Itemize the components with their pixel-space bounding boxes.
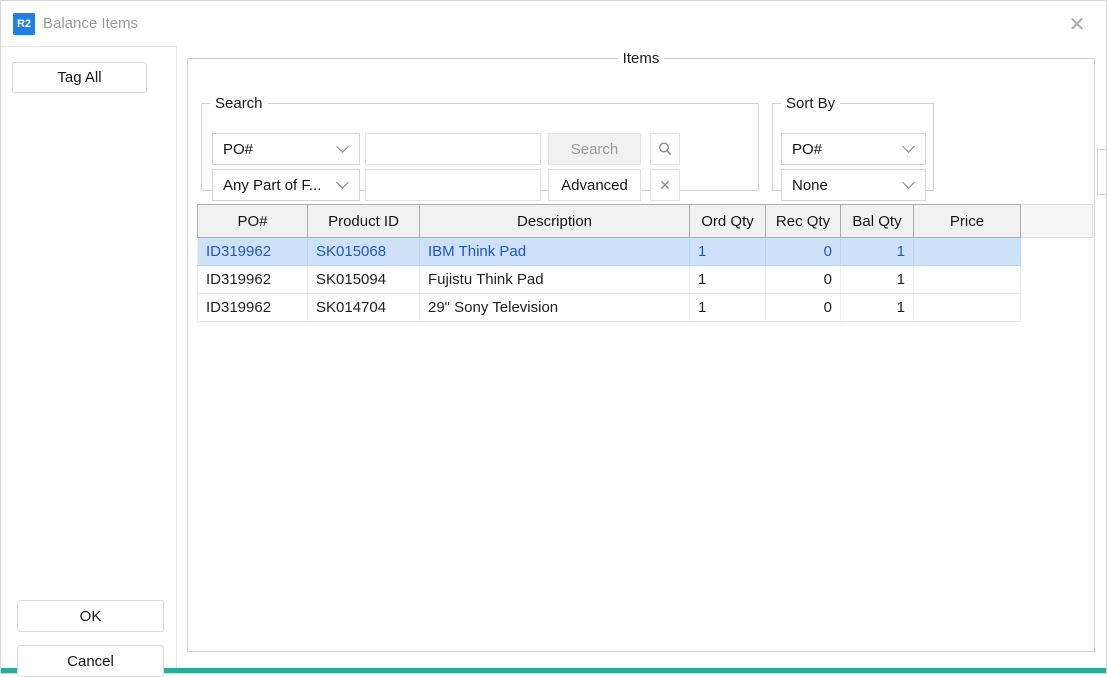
cell-product-id[interactable]: SK014704 [308,294,420,322]
column-header-rec-qty[interactable]: Rec Qty [766,205,841,238]
cell-ord-qty[interactable]: 1 [690,266,766,294]
advanced-button[interactable]: Advanced [548,169,641,201]
sort-by-group: Sort By PO# None [772,96,934,191]
chevron-down-icon [902,140,915,153]
row-filler [1021,238,1093,266]
search-group: Search PO# Search Any Part of F... [201,96,759,191]
table-row[interactable]: ID319962SK015094Fujistu Think Pad101 [198,266,1093,294]
search-group-label: Search [210,96,268,111]
cell-price[interactable] [914,238,1021,266]
column-header-price[interactable]: Price [914,205,1021,238]
dialog-title: Balance Items [43,15,138,32]
background-window-strip [1,668,1106,673]
cell-bal-qty[interactable]: 1 [841,294,914,322]
search-mode-dropdown[interactable]: Any Part of F... [212,169,360,201]
cell-product-id[interactable]: SK015068 [308,238,420,266]
column-header-description[interactable]: Description [420,205,690,238]
table-row[interactable]: ID319962SK01470429" Sony Television101 [198,294,1093,322]
items-group-label: Items [618,51,665,66]
magnifier-icon [657,141,673,157]
column-header-product-id[interactable]: Product ID [308,205,420,238]
column-header-filler [1021,205,1093,238]
window-edge-fragment [1097,149,1106,195]
clear-x-icon: ✕ [659,177,671,194]
close-icon[interactable]: ✕ [1064,11,1090,37]
column-header-bal-qty[interactable]: Bal Qty [841,205,914,238]
cell-description[interactable]: Fujistu Think Pad [420,266,690,294]
advanced-input[interactable] [365,169,541,201]
items-table-body: ID319962SK015068IBM Think Pad101ID319962… [198,238,1093,322]
row-filler [1021,266,1093,294]
cell-rec-qty[interactable]: 0 [766,266,841,294]
chevron-down-icon [336,176,349,189]
cell-description[interactable]: 29" Sony Television [420,294,690,322]
cell-price[interactable] [914,294,1021,322]
sort-primary-dropdown-value: PO# [792,141,822,158]
cell-rec-qty[interactable]: 0 [766,238,841,266]
cell-bal-qty[interactable]: 1 [841,238,914,266]
sort-secondary-dropdown[interactable]: None [781,169,926,201]
cancel-button[interactable]: Cancel [17,645,164,677]
sort-primary-dropdown[interactable]: PO# [781,133,926,165]
cell-po[interactable]: ID319962 [198,266,308,294]
search-input[interactable] [365,133,541,165]
search-field-dropdown-value: PO# [223,141,253,158]
left-panel: Tag All OK Cancel [1,46,177,670]
chevron-down-icon [336,140,349,153]
cell-bal-qty[interactable]: 1 [841,266,914,294]
app-logo-icon: R2 [13,13,35,35]
tag-all-button[interactable]: Tag All [12,62,147,93]
search-button[interactable]: Search [548,133,641,165]
sort-secondary-dropdown-value: None [792,177,828,194]
sort-by-group-label: Sort By [781,96,840,111]
items-table: PO# Product ID Description Ord Qty Rec Q… [197,204,1093,322]
column-header-ord-qty[interactable]: Ord Qty [690,205,766,238]
chevron-down-icon [902,176,915,189]
cell-ord-qty[interactable]: 1 [690,238,766,266]
cell-rec-qty[interactable]: 0 [766,294,841,322]
items-group: Items Search PO# Search Any Part of F... [187,51,1095,652]
cell-price[interactable] [914,266,1021,294]
search-field-dropdown[interactable]: PO# [212,133,360,165]
cell-ord-qty[interactable]: 1 [690,294,766,322]
balance-items-dialog: R2 Balance Items ✕ Tag All OK Cancel Ite… [0,0,1107,674]
table-row[interactable]: ID319962SK015068IBM Think Pad101 [198,238,1093,266]
clear-search-button[interactable]: ✕ [650,169,680,201]
cell-po[interactable]: ID319962 [198,238,308,266]
search-mode-dropdown-value: Any Part of F... [223,177,321,194]
magnifier-button[interactable] [650,133,680,165]
cell-product-id[interactable]: SK015094 [308,266,420,294]
cell-description[interactable]: IBM Think Pad [420,238,690,266]
row-filler [1021,294,1093,322]
cell-po[interactable]: ID319962 [198,294,308,322]
column-header-po[interactable]: PO# [198,205,308,238]
table-header-row: PO# Product ID Description Ord Qty Rec Q… [198,205,1093,238]
ok-button[interactable]: OK [17,600,164,632]
